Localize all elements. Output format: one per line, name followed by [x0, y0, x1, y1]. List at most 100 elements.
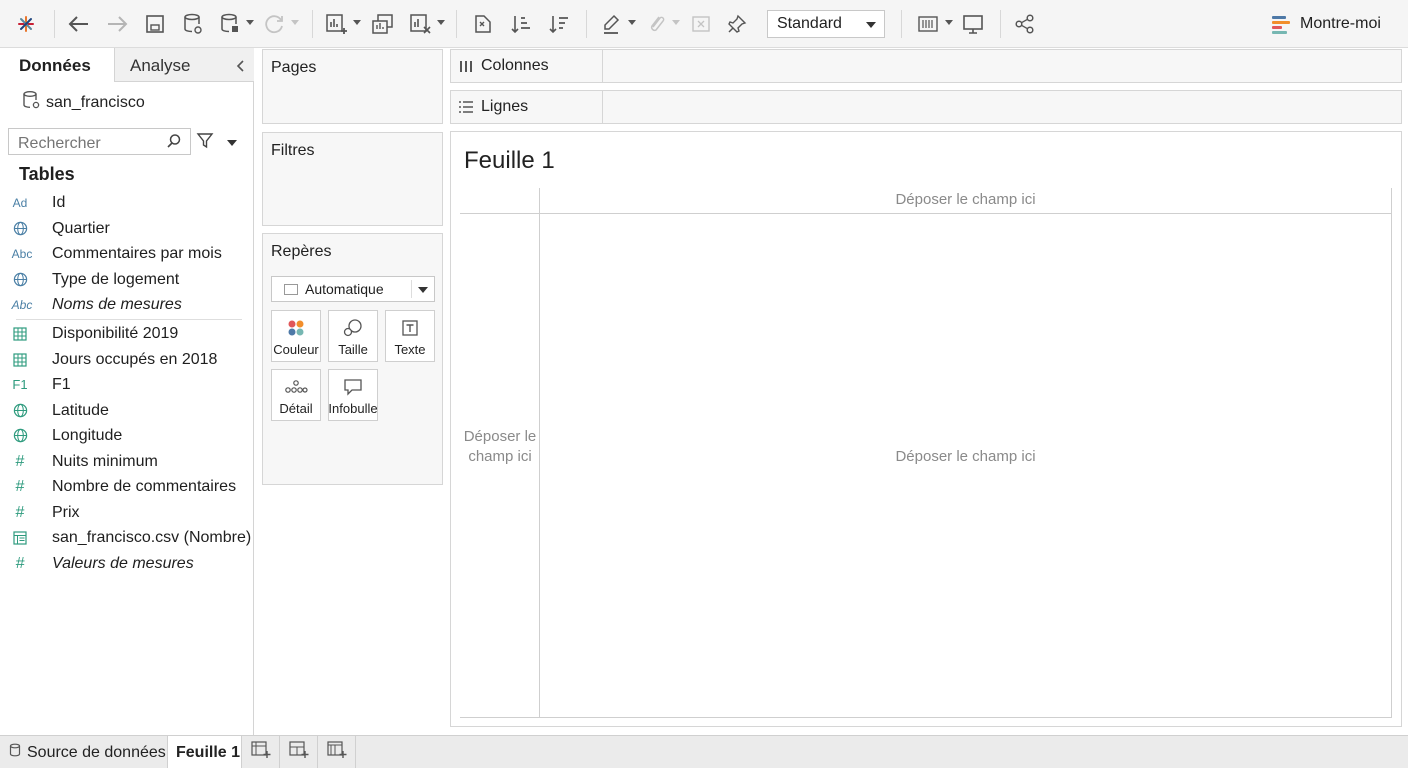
- field-san-francisco-count[interactable]: san_francisco.csv (Nombre): [0, 525, 254, 550]
- columns-icon: [451, 59, 481, 73]
- marks-title: Repères: [271, 243, 332, 260]
- table-icon: [0, 530, 52, 545]
- field-label: F1: [52, 375, 71, 393]
- field-jours-occupes-2018[interactable]: Jours occupés en 2018: [0, 347, 254, 372]
- number-type-icon: #: [15, 452, 25, 470]
- mark-type-select[interactable]: Automatique: [271, 276, 435, 302]
- field-disponibilite-2019[interactable]: Disponibilité 2019: [0, 321, 254, 346]
- color-button[interactable]: Couleur: [271, 310, 321, 362]
- columns-shelf[interactable]: Colonnes: [450, 49, 1402, 83]
- automatic-mark-icon: [284, 283, 298, 295]
- tab-data-label: Données: [19, 56, 91, 75]
- field-quartier[interactable]: Quartier: [0, 216, 254, 241]
- new-sheet-icon[interactable]: [322, 8, 361, 40]
- text-button[interactable]: Texte: [385, 310, 435, 362]
- pause-updates-icon[interactable]: [215, 8, 254, 40]
- new-worksheet-icon: [250, 741, 271, 764]
- presentation-mode-icon[interactable]: [958, 8, 988, 40]
- tooltip-icon: [343, 376, 363, 398]
- field-label: Quartier: [52, 219, 110, 237]
- undo-icon[interactable]: [64, 8, 94, 40]
- tab-analytics[interactable]: Analyse: [114, 48, 254, 81]
- dimensions-measures-divider: [16, 319, 242, 320]
- pin-axes-icon[interactable]: [722, 8, 752, 40]
- toolbar: Standard Montre-moi: [0, 0, 1408, 48]
- filter-caret-icon[interactable]: [227, 140, 237, 146]
- filter-icon[interactable]: [196, 132, 214, 155]
- redo-icon[interactable]: [102, 8, 132, 40]
- field-noms-de-mesures[interactable]: Abc Noms de mesures: [0, 292, 254, 317]
- detail-icon: [284, 376, 308, 398]
- search-input[interactable]: [8, 128, 191, 155]
- chevron-down-icon: [866, 22, 876, 28]
- field-longitude[interactable]: Longitude: [0, 423, 254, 448]
- field-label: Nombre de commentaires: [52, 477, 237, 495]
- columns-label: Colonnes: [481, 57, 549, 74]
- new-story-button[interactable]: [318, 736, 356, 768]
- drop-zone-columns[interactable]: Déposer le champ ici: [540, 189, 1391, 213]
- size-label: Taille: [338, 342, 368, 357]
- field-label: Jours occupés en 2018: [52, 350, 218, 368]
- field-valeurs-de-mesures[interactable]: # Valeurs de mesures: [0, 551, 254, 576]
- tooltip-button[interactable]: Infobulle: [328, 369, 378, 421]
- field-label: Nuits minimum: [52, 452, 158, 470]
- field-nombre-de-commentaires[interactable]: # Nombre de commentaires: [0, 474, 254, 499]
- number-type-icon: #: [15, 477, 25, 495]
- show-labels-icon[interactable]: [686, 8, 716, 40]
- size-button[interactable]: Taille: [328, 310, 378, 362]
- detail-button[interactable]: Détail: [271, 369, 321, 421]
- field-nuits-minimum[interactable]: # Nuits minimum: [0, 449, 254, 474]
- refresh-icon[interactable]: [260, 8, 299, 40]
- field-id[interactable]: Ad Id: [0, 190, 254, 215]
- sort-ascending-icon[interactable]: [506, 8, 536, 40]
- field-label: Noms de mesures: [52, 295, 182, 313]
- sort-descending-icon[interactable]: [544, 8, 574, 40]
- tab-data[interactable]: Données: [0, 48, 114, 82]
- show-cards-icon[interactable]: [914, 8, 953, 40]
- filters-shelf[interactable]: Filtres: [262, 132, 443, 226]
- drop-zone-center[interactable]: Déposer le champ ici: [540, 448, 1391, 465]
- field-commentaires-par-mois[interactable]: Abc Commentaires par mois: [0, 241, 254, 266]
- view-canvas: Feuille 1 Déposer le champ ici Déposer l…: [450, 131, 1402, 727]
- clear-sheet-icon[interactable]: [406, 8, 445, 40]
- field-label: Type de logement: [52, 270, 180, 288]
- tab-data-source[interactable]: Source de données: [0, 736, 168, 768]
- tables-heading: Tables: [19, 164, 75, 184]
- data-pane: Données Analyse san_francisco Tables Ad …: [0, 48, 254, 735]
- globe-icon: [0, 221, 52, 236]
- drop-zone-rows[interactable]: Déposer le champ ici: [461, 427, 539, 467]
- new-datasource-icon[interactable]: [178, 8, 208, 40]
- share-icon[interactable]: [1010, 8, 1040, 40]
- group-members-icon[interactable]: [641, 8, 680, 40]
- string-type-icon: Abc: [11, 297, 33, 312]
- field-label: Latitude: [52, 401, 109, 419]
- new-dashboard-button[interactable]: [280, 736, 318, 768]
- color-label: Couleur: [273, 342, 319, 357]
- detail-label: Détail: [279, 401, 313, 416]
- collapse-pane-icon[interactable]: [236, 60, 246, 75]
- sheet-title[interactable]: Feuille 1: [464, 147, 555, 175]
- rows-icon: [451, 100, 481, 114]
- field-type-de-logement[interactable]: Type de logement: [0, 267, 254, 292]
- highlight-icon[interactable]: [597, 8, 636, 40]
- tableau-logo-icon[interactable]: [11, 8, 41, 40]
- show-me-button[interactable]: Montre-moi: [1272, 10, 1381, 38]
- fit-select[interactable]: Standard: [767, 10, 885, 38]
- datasource-item[interactable]: san_francisco: [22, 90, 145, 115]
- tab-sheet-1[interactable]: Feuille 1: [168, 736, 242, 768]
- field-latitude[interactable]: Latitude: [0, 398, 254, 423]
- pages-shelf[interactable]: Pages: [262, 49, 443, 124]
- mark-type-value: Automatique: [305, 281, 384, 297]
- search-icon[interactable]: [166, 133, 182, 154]
- chevron-down-icon: [418, 287, 428, 293]
- rows-shelf[interactable]: Lignes: [450, 90, 1402, 124]
- new-worksheet-button[interactable]: [242, 736, 280, 768]
- datasource-icon: [22, 90, 40, 115]
- swap-rows-columns-icon[interactable]: [468, 8, 498, 40]
- duplicate-sheet-icon[interactable]: [368, 8, 398, 40]
- pages-title: Pages: [271, 59, 317, 76]
- field-label: Commentaires par mois: [52, 244, 222, 262]
- field-f1[interactable]: F1 F1: [0, 372, 254, 397]
- save-icon[interactable]: [140, 8, 170, 40]
- field-prix[interactable]: # Prix: [0, 500, 254, 525]
